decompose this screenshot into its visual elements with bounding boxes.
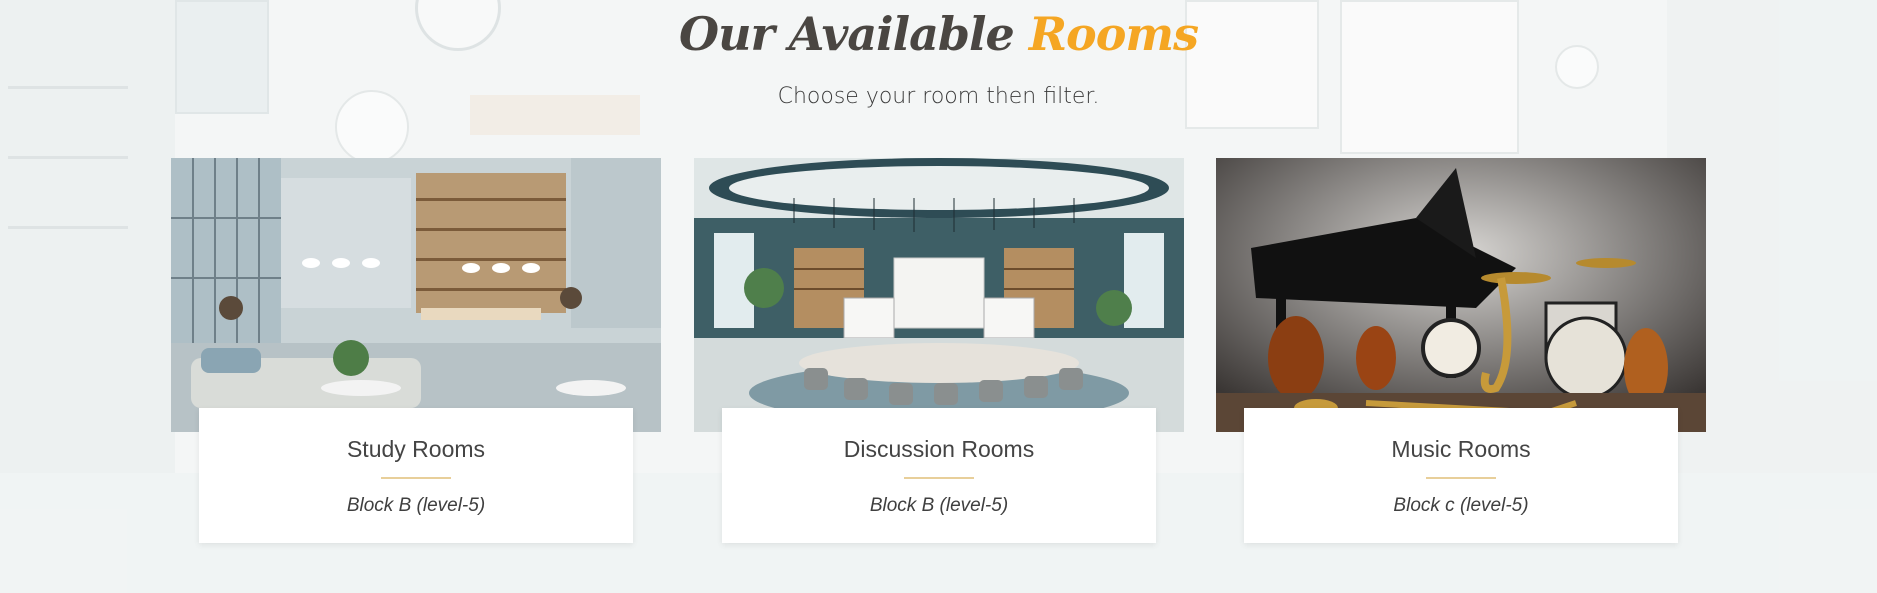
room-location: Block c (level-5): [1393, 495, 1529, 516]
divider: [381, 477, 451, 479]
room-card-study[interactable]: Study Rooms Block B (level-5): [171, 158, 661, 543]
room-card-discussion[interactable]: Discussion Rooms Block B (level-5): [694, 158, 1184, 543]
room-card-info: Study Rooms Block B (level-5): [199, 408, 633, 543]
room-location: Block B (level-5): [346, 495, 486, 516]
page-title-accent: Rooms: [1028, 7, 1199, 61]
room-title: Study Rooms: [346, 436, 486, 462]
room-card-info: Music Rooms Block c (level-5): [1244, 408, 1678, 543]
page-title-main: Our Available: [679, 7, 1029, 61]
room-title: Discussion Rooms: [843, 436, 1035, 462]
music-room-image[interactable]: [1216, 158, 1706, 432]
room-card-music[interactable]: Music Rooms Block c (level-5): [1216, 158, 1706, 543]
page-title: Our Available Rooms: [0, 2, 1877, 66]
divider: [1426, 477, 1496, 479]
divider: [904, 477, 974, 479]
study-room-image[interactable]: [171, 158, 661, 432]
page-subtitle: Choose your room then filter.: [777, 84, 1100, 109]
room-location: Block B (level-5): [869, 495, 1009, 516]
room-card-info: Discussion Rooms Block B (level-5): [722, 408, 1156, 543]
discussion-room-image[interactable]: [694, 158, 1184, 432]
room-title: Music Rooms: [1391, 436, 1531, 462]
